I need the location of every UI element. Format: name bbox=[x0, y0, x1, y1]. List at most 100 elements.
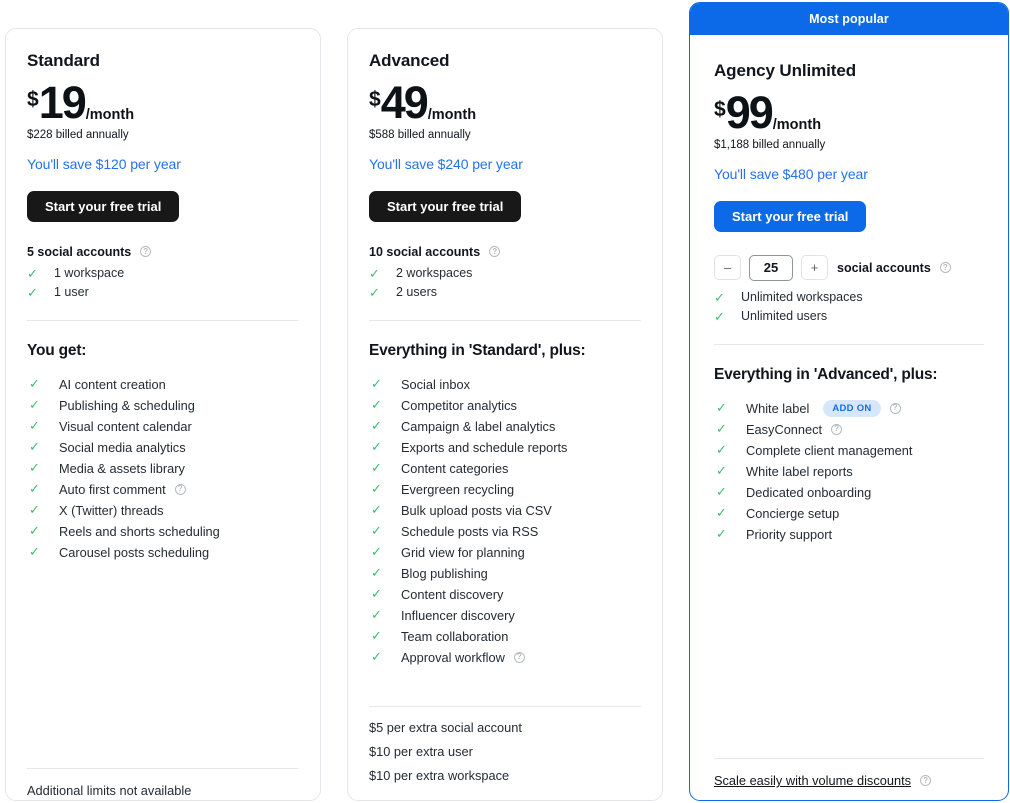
additional-limits-note: Additional limits not available bbox=[27, 783, 192, 798]
feature-item: ✓ Team collaboration bbox=[369, 626, 641, 647]
check-icon: ✓ bbox=[716, 463, 727, 479]
limits-advanced: 10 social accounts ? ✓ 2 workspaces ✓ 2 … bbox=[369, 245, 641, 302]
check-icon: ✓ bbox=[371, 481, 382, 497]
check-icon: ✓ bbox=[369, 265, 380, 281]
volume-discounts-link[interactable]: Scale easily with volume discounts bbox=[714, 773, 911, 788]
check-icon: ✓ bbox=[371, 607, 382, 623]
feature-label: Visual content calendar bbox=[59, 418, 192, 434]
feature-item: ✓ Exports and schedule reports bbox=[369, 437, 641, 458]
limit-label: Unlimited users bbox=[741, 309, 828, 324]
price-period: /month bbox=[772, 117, 822, 134]
feature-label: Reels and shorts scheduling bbox=[59, 523, 220, 539]
feature-item: ✓ Concierge setup bbox=[714, 503, 984, 524]
price-amount: 49 bbox=[380, 77, 429, 128]
price-currency: $ bbox=[714, 97, 726, 121]
check-icon: ✓ bbox=[371, 397, 382, 413]
stepper-label: social accounts bbox=[837, 260, 931, 275]
feature-label: Grid view for planning bbox=[401, 544, 525, 560]
info-icon[interactable]: ? bbox=[140, 246, 152, 258]
check-icon: ✓ bbox=[29, 460, 40, 476]
check-icon: ✓ bbox=[716, 421, 727, 437]
feature-item: ✓ AI content creation bbox=[27, 374, 299, 395]
billed-annually-note: $228 billed annually bbox=[27, 128, 129, 141]
limit-label: 1 user bbox=[54, 285, 89, 300]
feature-item: ✓ Content categories bbox=[369, 458, 641, 479]
card-body: Agency Unlimited $ 99 /month $1,188 bill… bbox=[690, 35, 1008, 800]
check-icon: ✓ bbox=[371, 439, 382, 455]
feature-label: White label reports bbox=[746, 463, 853, 479]
feature-item: ✓ White label ADD ON ? bbox=[714, 398, 984, 419]
feature-label: Carousel posts scheduling bbox=[59, 544, 210, 560]
limit-social-accounts-label: 5 social accounts bbox=[27, 244, 132, 259]
limit-row: ✓ Unlimited users bbox=[714, 307, 984, 326]
plan-name-standard: Standard bbox=[27, 51, 100, 70]
limit-row: ✓ 2 users bbox=[369, 283, 641, 302]
add-on-badge: ADD ON bbox=[823, 399, 881, 417]
feature-label: Approval workflow bbox=[401, 649, 505, 665]
savings-note: You'll save $240 per year bbox=[369, 155, 523, 172]
info-icon[interactable]: ? bbox=[489, 246, 501, 258]
check-icon: ✓ bbox=[27, 265, 38, 281]
check-icon: ✓ bbox=[371, 376, 382, 392]
feature-item: ✓ Schedule posts via RSS bbox=[369, 521, 641, 542]
info-icon[interactable]: ? bbox=[831, 423, 843, 435]
limits-standard: 5 social accounts ? ✓ 1 workspace ✓ 1 us… bbox=[27, 245, 299, 302]
pricing-card-standard: Standard $ 19 /month $228 billed annuall… bbox=[5, 28, 321, 801]
check-icon: ✓ bbox=[716, 442, 727, 458]
most-popular-banner: Most popular bbox=[690, 3, 1008, 35]
extra-price-item: $10 per extra workspace bbox=[369, 768, 510, 783]
check-icon: ✓ bbox=[371, 628, 382, 644]
feature-item: ✓ Complete client management bbox=[714, 440, 984, 461]
feature-label: Team collaboration bbox=[401, 628, 509, 644]
social-accounts-quantity-input[interactable] bbox=[749, 254, 793, 281]
feature-label: X (Twitter) threads bbox=[59, 502, 164, 518]
check-icon: ✓ bbox=[371, 523, 382, 539]
extra-price-item: $5 per extra social account bbox=[369, 720, 522, 735]
feature-label: Social media analytics bbox=[59, 439, 186, 455]
price-currency: $ bbox=[27, 87, 39, 111]
check-icon: ✓ bbox=[29, 418, 40, 434]
info-icon[interactable]: ? bbox=[513, 651, 525, 663]
plan-name-agency-unlimited: Agency Unlimited bbox=[714, 61, 856, 80]
extra-price-item: $10 per extra user bbox=[369, 744, 473, 759]
feature-item: ✓ Social media analytics bbox=[27, 437, 299, 458]
info-icon[interactable]: ? bbox=[920, 775, 932, 786]
feature-label: Media & assets library bbox=[59, 460, 185, 476]
price-currency: $ bbox=[369, 87, 381, 111]
feature-item: ✓ Social inbox bbox=[369, 374, 641, 395]
check-icon: ✓ bbox=[716, 400, 727, 416]
check-icon: ✓ bbox=[716, 505, 727, 521]
feature-item: ✓ Content discovery bbox=[369, 584, 641, 605]
info-icon[interactable]: ? bbox=[889, 402, 901, 414]
start-free-trial-button[interactable]: Start your free trial bbox=[714, 200, 867, 232]
limit-label: 1 workspace bbox=[54, 266, 125, 281]
info-icon[interactable]: ? bbox=[174, 483, 186, 495]
start-free-trial-button[interactable]: Start your free trial bbox=[27, 190, 180, 222]
check-icon: ✓ bbox=[29, 544, 40, 560]
stepper-decrement-button[interactable]: – bbox=[714, 255, 741, 281]
divider bbox=[369, 319, 641, 321]
feature-item: ✓ Publishing & scheduling bbox=[27, 395, 299, 416]
feature-item: ✓ Visual content calendar bbox=[27, 416, 299, 437]
feature-label: Concierge setup bbox=[746, 505, 840, 521]
savings-note: You'll save $480 per year bbox=[714, 165, 868, 182]
limit-row: ✓ 1 workspace bbox=[27, 264, 299, 283]
limit-label: 2 users bbox=[396, 285, 437, 300]
check-icon: ✓ bbox=[371, 565, 382, 581]
feature-label: Blog publishing bbox=[401, 565, 488, 581]
feature-label: Content categories bbox=[401, 460, 509, 476]
info-icon[interactable]: ? bbox=[939, 262, 951, 274]
check-icon: ✓ bbox=[27, 284, 38, 300]
start-free-trial-button[interactable]: Start your free trial bbox=[369, 190, 522, 222]
bottom-pad bbox=[714, 788, 984, 800]
price-period: /month bbox=[85, 107, 135, 124]
feature-label: Priority support bbox=[746, 526, 833, 542]
check-icon: ✓ bbox=[371, 586, 382, 602]
stepper-increment-button[interactable]: + bbox=[801, 255, 828, 281]
check-icon: ✓ bbox=[369, 284, 380, 300]
feature-label: AI content creation bbox=[59, 376, 166, 392]
feature-item: ✓ Influencer discovery bbox=[369, 605, 641, 626]
check-icon: ✓ bbox=[371, 544, 382, 560]
